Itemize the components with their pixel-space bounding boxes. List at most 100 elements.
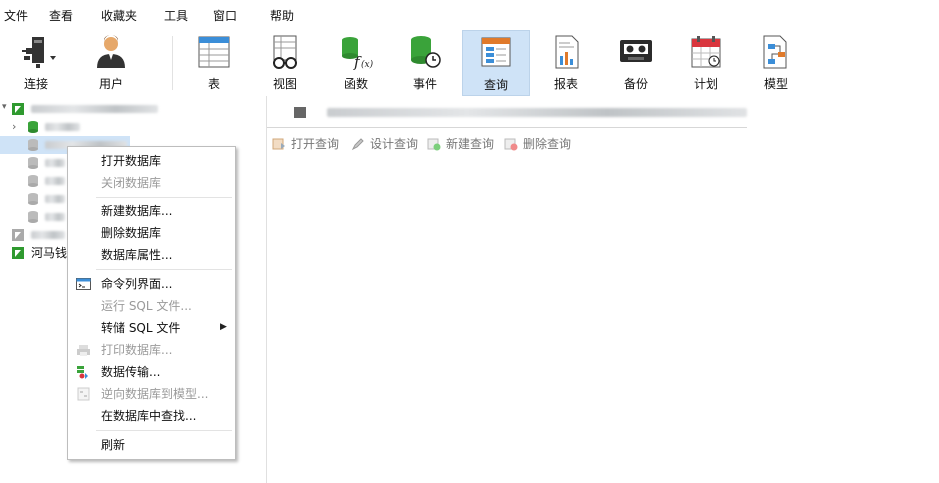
menu-refresh[interactable]: 刷新	[68, 434, 235, 456]
tree-connection-node[interactable]: ▾	[0, 100, 266, 118]
model-icon	[76, 387, 91, 401]
menu-data-transfer[interactable]: 数据传输...	[68, 361, 235, 383]
tree-database-node[interactable]: ›	[0, 118, 266, 136]
menu-separator	[96, 430, 232, 431]
main-toolbar: 连接 用户 表 视图 f (x) 函数 事件 查询 报表 备份 计划 模型	[0, 30, 939, 96]
terminal-icon	[76, 277, 91, 291]
database-icon	[28, 139, 38, 151]
connection-node-icon	[12, 247, 24, 259]
backup-button[interactable]: 备份	[608, 30, 664, 96]
open-query-icon	[272, 137, 286, 151]
function-icon: f (x)	[336, 34, 376, 71]
data-transfer-icon	[76, 365, 91, 379]
user-label: 用户	[98, 77, 123, 91]
model-icon	[756, 34, 796, 70]
query-button[interactable]: 查询	[462, 30, 530, 96]
new-query-icon	[427, 137, 441, 151]
menu-reverse-to-model[interactable]: 逆向数据库到模型...	[68, 383, 235, 405]
table-icon	[194, 34, 234, 70]
design-query-button[interactable]: 设计查询	[370, 137, 418, 151]
design-query-icon	[351, 137, 365, 151]
blurred-database-name	[45, 213, 65, 221]
delete-query-icon	[504, 137, 518, 151]
view-icon	[265, 34, 305, 70]
event-label: 事件	[412, 77, 437, 91]
svg-text:(x): (x)	[361, 59, 374, 70]
menu-separator	[96, 269, 232, 270]
function-label: 函数	[343, 77, 368, 91]
connection-name: 河马钱	[31, 246, 68, 260]
menu-command-line[interactable]: 命令列界面...	[68, 273, 235, 295]
menu-new-database[interactable]: 新建数据库...	[68, 200, 235, 222]
view-button[interactable]: 视图	[257, 30, 313, 96]
blurred-connection-name	[31, 231, 65, 239]
function-button[interactable]: f (x) 函数	[328, 30, 384, 96]
new-query-button[interactable]: 新建查询	[446, 137, 494, 151]
backup-icon	[616, 34, 656, 70]
main-content: 打开查询 设计查询 新建查询 删除查询	[267, 96, 939, 483]
blurred-database-name	[45, 123, 80, 131]
menu-open-database[interactable]: 打开数据库	[68, 150, 235, 172]
menu-separator	[96, 197, 232, 198]
menu-run-sql-file[interactable]: 运行 SQL 文件...	[68, 295, 235, 317]
database-icon	[28, 121, 38, 133]
database-icon	[28, 175, 38, 187]
menu-window[interactable]: 窗口	[213, 9, 237, 23]
database-icon	[28, 157, 38, 169]
blurred-database-name	[45, 177, 65, 185]
open-query-button[interactable]: 打开查询	[291, 137, 339, 151]
menu-print-database[interactable]: 打印数据库...	[68, 339, 235, 361]
menu-file[interactable]: 文件	[4, 9, 28, 23]
blurred-object-path	[327, 108, 747, 117]
connection-button[interactable]: 连接	[8, 30, 64, 96]
query-icon	[476, 35, 516, 71]
menu-database-properties[interactable]: 数据库属性...	[68, 244, 235, 266]
report-icon	[546, 34, 586, 70]
backup-label: 备份	[623, 77, 648, 91]
menu-delete-database[interactable]: 删除数据库	[68, 222, 235, 244]
table-button[interactable]: 表	[186, 30, 242, 96]
user-icon	[91, 34, 131, 70]
model-label: 模型	[763, 77, 788, 91]
report-label: 报表	[553, 77, 578, 91]
view-label: 视图	[272, 77, 297, 91]
menu-bar: 文件 查看 收藏夹 工具 窗口 帮助	[0, 0, 939, 30]
expand-icon[interactable]: ▾	[2, 102, 7, 112]
menu-dump-sql-file[interactable]: 转储 SQL 文件 ▶	[68, 317, 235, 339]
blurred-database-name	[45, 195, 65, 203]
menu-help[interactable]: 帮助	[270, 9, 294, 23]
blurred-database-name	[45, 159, 65, 167]
tab-underline	[267, 127, 747, 128]
event-button[interactable]: 事件	[397, 30, 453, 96]
menu-view[interactable]: 查看	[49, 9, 73, 23]
menu-tools[interactable]: 工具	[164, 9, 188, 23]
connection-icon	[16, 34, 56, 70]
event-icon	[405, 34, 445, 70]
report-button[interactable]: 报表	[538, 30, 594, 96]
printer-icon	[76, 343, 91, 357]
table-label: 表	[207, 77, 220, 91]
schedule-button[interactable]: 计划	[678, 30, 734, 96]
schedule-label: 计划	[693, 77, 718, 91]
database-context-menu: 打开数据库 关闭数据库 新建数据库... 删除数据库 数据库属性... 命令列界…	[67, 146, 236, 460]
schedule-icon	[686, 34, 726, 70]
query-label: 查询	[483, 78, 508, 92]
query-toolbar: 打开查询 设计查询 新建查询 删除查询	[267, 134, 939, 154]
model-button[interactable]: 模型	[748, 30, 804, 96]
menu-favorites[interactable]: 收藏夹	[101, 9, 137, 23]
connection-node-icon	[12, 103, 24, 115]
connection-label: 连接	[23, 77, 48, 91]
object-tab-icon	[294, 107, 306, 118]
submenu-arrow-icon: ▶	[220, 322, 227, 332]
object-tab-bar	[267, 96, 939, 128]
chevron-right-icon[interactable]: ›	[12, 120, 16, 133]
database-icon	[28, 193, 38, 205]
menu-find-in-database[interactable]: 在数据库中查找...	[68, 405, 235, 427]
database-icon	[28, 211, 38, 223]
user-button[interactable]: 用户	[83, 30, 139, 96]
menu-close-database[interactable]: 关闭数据库	[68, 172, 235, 194]
delete-query-button[interactable]: 删除查询	[523, 137, 571, 151]
blurred-connection-name	[31, 105, 158, 113]
connection-node-icon	[12, 229, 24, 241]
toolbar-divider	[172, 36, 173, 90]
